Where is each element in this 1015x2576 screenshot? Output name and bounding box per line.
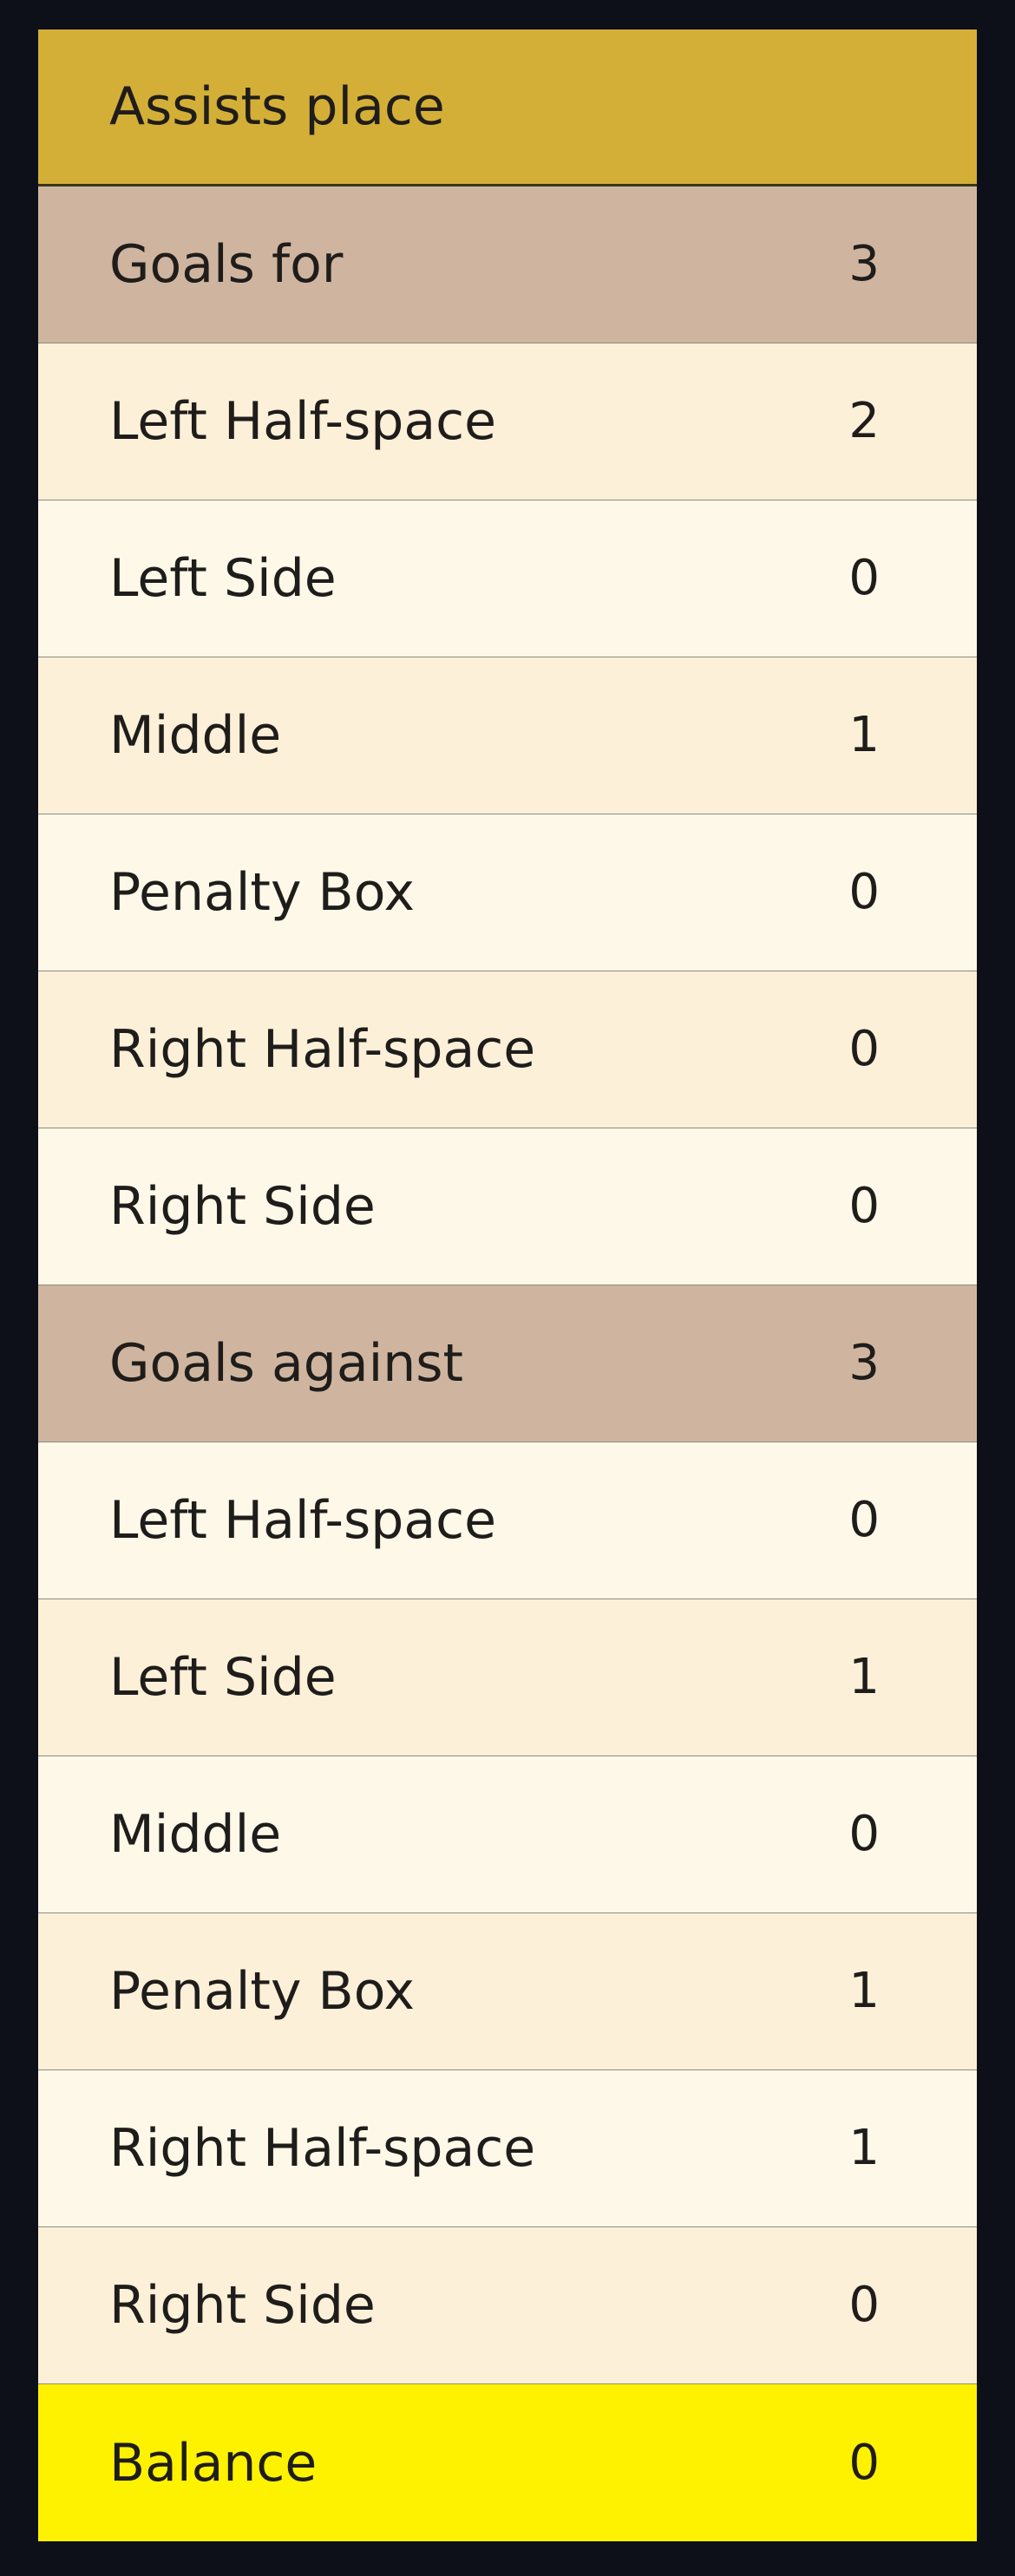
row-value: 1 [848, 1963, 880, 2019]
table-row: Right Side 0 [38, 1128, 977, 1285]
row-label: Left Half-space [109, 391, 497, 452]
row-label: Left Side [109, 1647, 337, 1708]
balance-label: Balance [109, 2432, 318, 2494]
section-row-goals-for: Goals for 3 [38, 186, 977, 343]
table-row: Right Side 0 [38, 2227, 977, 2384]
row-label: Middle [109, 1804, 282, 1865]
table-row: Left Side 0 [38, 500, 977, 657]
row-value: 0 [848, 550, 880, 606]
row-value: 1 [848, 1649, 880, 1705]
row-label: Left Side [109, 548, 337, 609]
row-value: 0 [848, 1492, 880, 1548]
balance-row: Balance 0 [38, 2384, 977, 2541]
section-value: 3 [848, 1335, 880, 1391]
row-value: 0 [848, 1178, 880, 1234]
row-value: 0 [848, 1806, 880, 1862]
section-label: Goals against [109, 1333, 464, 1394]
balance-value: 0 [848, 2434, 880, 2491]
table-row: Right Half-space 0 [38, 971, 977, 1128]
table-row: Right Half-space 1 [38, 2070, 977, 2227]
row-label: Left Half-space [109, 1490, 497, 1551]
table-title: Assists place [109, 76, 445, 137]
row-value: 1 [848, 707, 880, 763]
row-label: Penalty Box [109, 862, 416, 923]
table-row: Penalty Box 0 [38, 814, 977, 971]
section-label: Goals for [109, 234, 344, 295]
row-label: Right Side [109, 1176, 376, 1237]
table-row: Left Side 1 [38, 1599, 977, 1756]
row-label: Right Half-space [109, 2118, 536, 2179]
row-value: 0 [848, 1021, 880, 1077]
section-value: 3 [848, 236, 880, 292]
table-row: Left Half-space 2 [38, 343, 977, 500]
row-value: 0 [848, 864, 880, 920]
table-title-row: Assists place [38, 29, 977, 186]
table-row: Left Half-space 0 [38, 1442, 977, 1599]
assists-place-table: Assists place Goals for 3 Left Half-spac… [38, 29, 977, 2541]
table-row: Middle 0 [38, 1756, 977, 1913]
row-label: Middle [109, 705, 282, 766]
section-row-goals-against: Goals against 3 [38, 1285, 977, 1442]
row-value: 1 [848, 2120, 880, 2176]
row-label: Right Half-space [109, 1019, 536, 1080]
table-row: Middle 1 [38, 657, 977, 814]
row-label: Right Side [109, 2275, 376, 2336]
row-value: 0 [848, 2277, 880, 2333]
row-label: Penalty Box [109, 1961, 416, 2022]
row-value: 2 [848, 393, 880, 449]
table-row: Penalty Box 1 [38, 1913, 977, 2070]
